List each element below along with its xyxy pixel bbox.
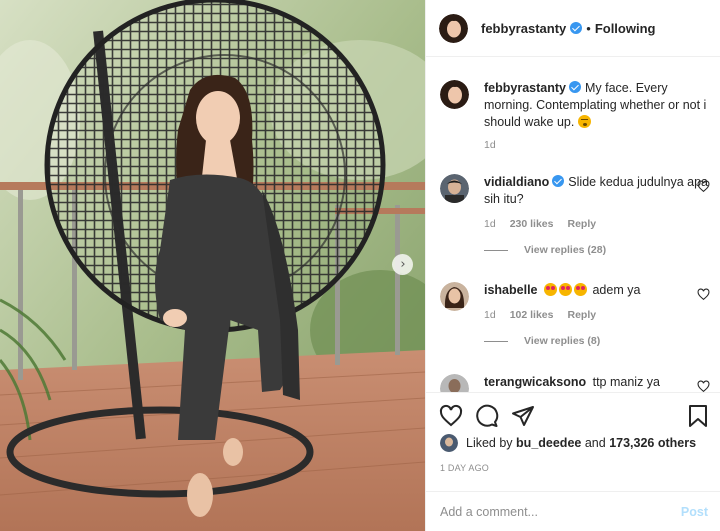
- paper-plane-icon[interactable]: [511, 404, 535, 428]
- view-replies-button[interactable]: View replies (28): [484, 244, 708, 256]
- chevron-right-icon: ›: [400, 257, 406, 272]
- comment-meta: 1d 230 likes Reply: [484, 218, 708, 230]
- post-author-username[interactable]: febbyrastanty: [481, 21, 566, 36]
- sleepy-face-emoji-icon: [577, 115, 591, 128]
- liked-by-user[interactable]: bu_deedee: [516, 436, 581, 450]
- next-photo-button[interactable]: ›: [392, 254, 413, 275]
- caption-username[interactable]: febbyrastanty: [484, 81, 566, 95]
- comment-item: ishabelle adem ya 1d 102 likes Reply View …: [440, 282, 710, 347]
- caption-meta: 1d: [484, 139, 708, 151]
- caption-time[interactable]: 1d: [484, 139, 496, 151]
- reply-button[interactable]: Reply: [567, 309, 596, 321]
- view-replies-label: View replies (8): [524, 335, 601, 347]
- comment-bubble-icon[interactable]: [475, 404, 499, 428]
- post-panel: febbyrastanty • Following febbyrastanty M…: [425, 0, 720, 531]
- comment-text: vidialdiano Slide kedua judulnya apa sih …: [484, 174, 708, 208]
- comment-input[interactable]: [440, 504, 660, 519]
- divider: [484, 249, 508, 251]
- comment-text: terangwicaksono ttp maniz ya: [484, 374, 708, 391]
- heart-icon[interactable]: [697, 288, 710, 301]
- heart-eyes-emoji-icon: [558, 283, 572, 296]
- photo-illustration: [0, 0, 425, 531]
- heart-eyes-emoji-icon: [573, 283, 587, 296]
- verified-badge-icon: [568, 81, 581, 93]
- action-icons-row: [426, 393, 720, 438]
- avatar[interactable]: [440, 174, 469, 203]
- comments-list[interactable]: febbyrastanty My face. Every morning. Con…: [426, 58, 720, 392]
- likes-others[interactable]: 173,326 others: [609, 436, 696, 450]
- heart-icon[interactable]: [697, 180, 710, 193]
- avatar[interactable]: [440, 282, 469, 311]
- comment-likes[interactable]: 102 likes: [510, 309, 554, 321]
- post-comment-button[interactable]: Post: [681, 505, 708, 519]
- separator-dot: •: [586, 20, 591, 36]
- divider: [484, 340, 508, 342]
- bookmark-icon[interactable]: [687, 404, 709, 428]
- post-photo[interactable]: ›: [0, 0, 425, 531]
- heart-icon[interactable]: [697, 380, 710, 392]
- avatar[interactable]: [440, 80, 469, 109]
- view-replies-label: View replies (28): [524, 244, 607, 256]
- view-replies-button[interactable]: View replies (8): [484, 335, 708, 347]
- heart-icon[interactable]: [439, 404, 463, 428]
- post-actions: Liked by bu_deedee and 173,326 others 1 …: [426, 392, 720, 473]
- comment-username[interactable]: terangwicaksono: [484, 375, 586, 389]
- caption: febbyrastanty My face. Every morning. Con…: [440, 80, 708, 151]
- add-comment-bar: Post: [426, 491, 720, 531]
- avatar[interactable]: [440, 374, 469, 392]
- reply-button[interactable]: Reply: [567, 218, 596, 230]
- comment-content: adem ya: [592, 283, 641, 297]
- following-button[interactable]: Following: [595, 21, 656, 36]
- verified-badge-icon: [552, 175, 565, 187]
- heart-eyes-emoji-icon: [543, 283, 557, 296]
- comment-username[interactable]: vidialdiano: [484, 175, 549, 189]
- comment-meta: 1d 102 likes Reply: [484, 309, 708, 321]
- avatar[interactable]: [439, 13, 468, 43]
- comment-username[interactable]: ishabelle: [484, 283, 538, 297]
- comment-time[interactable]: 1d: [484, 218, 496, 230]
- verified-badge-icon: [570, 22, 583, 34]
- likes-conjunction: and: [584, 436, 606, 450]
- likes-summary: Liked by bu_deedee and 173,326 others: [440, 434, 696, 452]
- comment-time[interactable]: 1d: [484, 309, 496, 321]
- caption-text: febbyrastanty My face. Every morning. Con…: [484, 80, 708, 131]
- comment-text: ishabelle adem ya: [484, 282, 708, 299]
- comment-item: terangwicaksono ttp maniz ya: [440, 374, 710, 392]
- comment-content: ttp maniz ya: [592, 375, 660, 389]
- comment-likes[interactable]: 230 likes: [510, 218, 554, 230]
- comment-item: vidialdiano Slide kedua judulnya apa sih …: [440, 174, 710, 256]
- post-header: febbyrastanty • Following: [426, 0, 720, 57]
- post-time-ago[interactable]: 1 DAY AGO: [440, 463, 489, 473]
- avatar[interactable]: [440, 434, 458, 452]
- likes-prefix: Liked by: [466, 436, 513, 450]
